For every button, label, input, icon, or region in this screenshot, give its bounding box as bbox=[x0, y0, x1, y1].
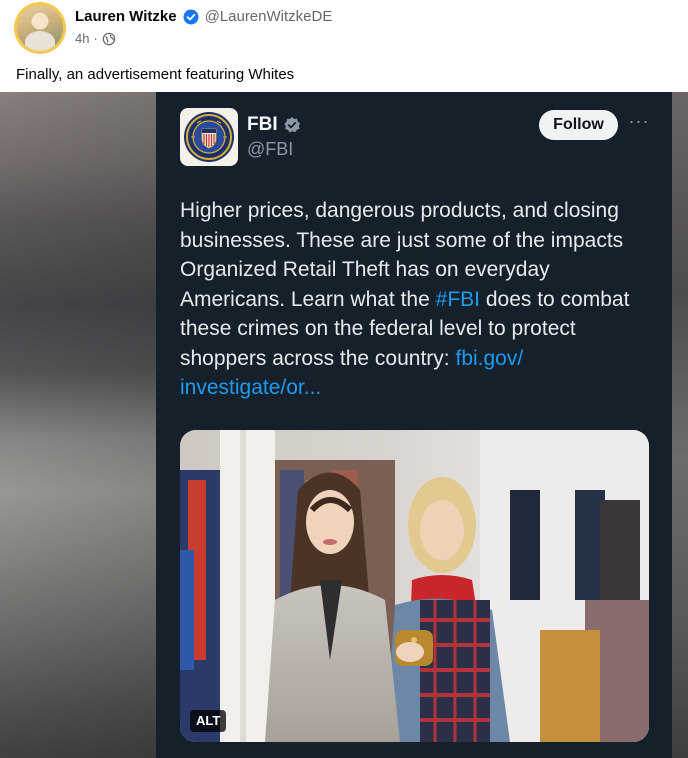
verified-badge-icon bbox=[284, 117, 300, 133]
media-blur-right bbox=[672, 92, 688, 758]
alt-text-badge: ALT bbox=[190, 710, 227, 732]
tweet-hashtag: #FBI bbox=[435, 287, 480, 311]
post-media[interactable]: FBI @FBI Follow ··· Higher prices, dange… bbox=[0, 92, 688, 758]
media-blur-left bbox=[0, 92, 156, 758]
post-timestamp[interactable]: 4h bbox=[75, 31, 89, 46]
embedded-tweet: FBI @FBI Follow ··· Higher prices, dange… bbox=[156, 92, 672, 758]
author-avatar[interactable] bbox=[14, 2, 66, 54]
tweet-text: Higher prices, dangerous products, and c… bbox=[180, 196, 656, 403]
follow-button: Follow bbox=[539, 110, 618, 140]
verified-badge-icon bbox=[183, 9, 199, 24]
author-line: Lauren Witzke @LaurenWitzkeDE bbox=[75, 8, 332, 25]
shopping-photo bbox=[180, 430, 649, 742]
meta-separator: · bbox=[93, 31, 98, 46]
post-header: Lauren Witzke @LaurenWitzkeDE 4h · Final… bbox=[0, 0, 688, 92]
author-handle[interactable]: @LaurenWitzkeDE bbox=[205, 8, 333, 25]
tweet-author-name: FBI bbox=[247, 114, 278, 135]
author-name[interactable]: Lauren Witzke bbox=[75, 8, 177, 25]
tweet-author-line: FBI bbox=[247, 114, 301, 136]
globe-icon[interactable] bbox=[102, 32, 116, 46]
fbi-avatar bbox=[180, 108, 238, 166]
post-text: Finally, an advertisement featuring Whit… bbox=[16, 66, 295, 83]
fbi-seal-logo bbox=[184, 112, 234, 162]
post-meta: 4h · bbox=[75, 31, 116, 46]
tweet-photo: ALT bbox=[180, 430, 649, 742]
author-avatar-image bbox=[17, 5, 63, 51]
more-options-icon: ··· bbox=[628, 111, 650, 131]
tweet-author-handle: @FBI bbox=[247, 139, 294, 159]
